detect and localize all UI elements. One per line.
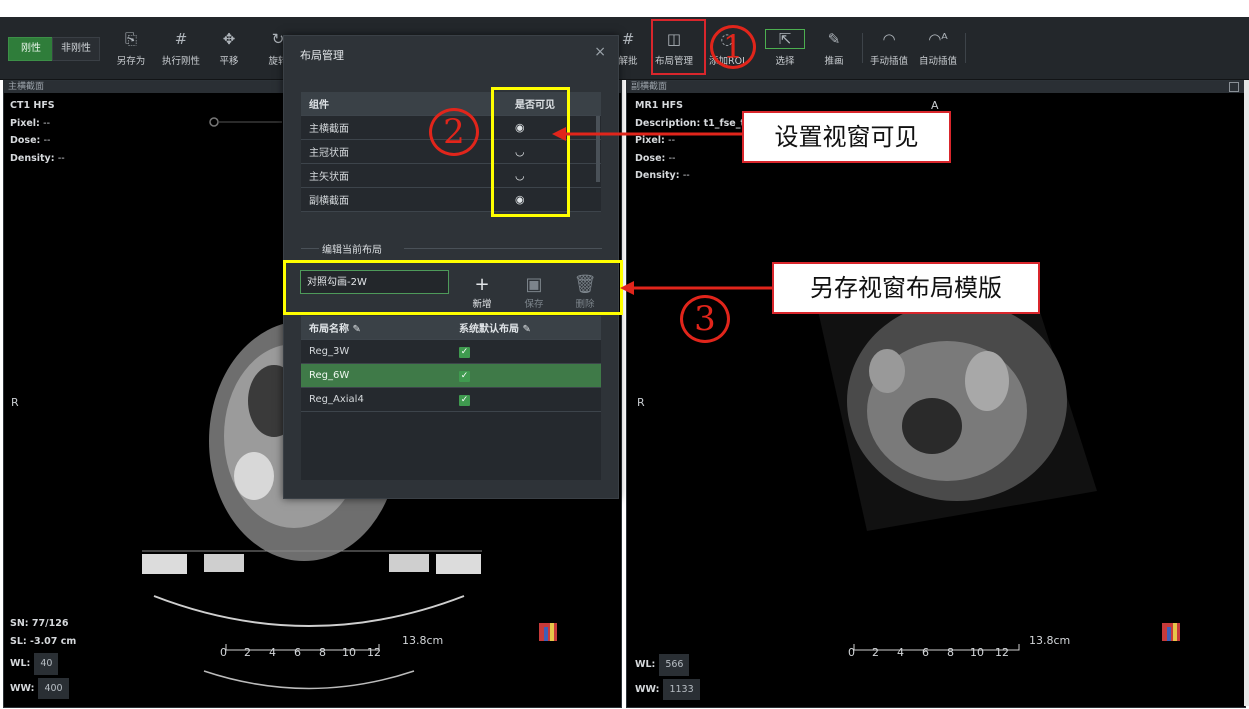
right-window-info: WL: 566 WW: 1133 — [635, 654, 700, 700]
window-level-row: WL: 40 — [10, 653, 76, 675]
edit-icon[interactable]: ✎ — [352, 324, 360, 335]
orientation-left-marker: R — [637, 396, 645, 409]
series-label: MR1 HFS — [635, 100, 683, 111]
series-label: CT1 HFS — [10, 100, 55, 111]
default-layout-header: 系统默认布局 ✎ — [451, 316, 601, 340]
table-row[interactable]: Reg_Axial4 ✓ — [301, 387, 601, 412]
mode-rigid-button[interactable]: 刚性 — [8, 37, 54, 61]
left-info-block: CT1 HFS Pixel: -- Dose: -- Density: -- — [10, 97, 65, 167]
close-icon[interactable]: × — [594, 44, 606, 60]
step-marker-3: 3 — [680, 295, 730, 343]
window-level-row: WL: 566 — [635, 654, 700, 676]
arrow-to-edit-layout — [620, 281, 772, 295]
save-as-icon: ⎘ — [124, 30, 137, 48]
left-slice-info: SN: 77/126 SL: -3.07 cm WL: 40 WW: 400 — [10, 615, 76, 699]
scale-length-label: 13.8cm — [1029, 634, 1071, 647]
checkbox-checked-icon[interactable]: ✓ — [459, 346, 470, 358]
layout-name: Reg_6W — [301, 363, 451, 388]
layouts-table-empty-area — [301, 412, 601, 480]
layout-name: Reg_3W — [301, 339, 451, 364]
main-toolbar: 刚性 非刚性 ⎘ 另存为 # 执行刚性 ✥ 平移 ↻ 旋转 # 解批 ◫ 布局管… — [0, 17, 1249, 80]
dose-row: Dose: -- — [10, 135, 51, 146]
component-name: 主矢状面 — [301, 163, 507, 188]
density-row: Density: -- — [10, 152, 65, 164]
window-width-row: WW: 400 — [10, 677, 76, 699]
highlight-edit-layout — [283, 260, 623, 315]
window-level-input[interactable]: 40 — [34, 653, 59, 675]
push-draw-button[interactable]: ✎ 推画 — [806, 29, 862, 67]
checkbox-checked-icon[interactable]: ✓ — [459, 370, 470, 382]
section-divider — [404, 248, 602, 249]
manual-interp-button[interactable]: ◠ 手动插值 — [861, 29, 917, 67]
push-draw-icon: ✎ — [827, 30, 841, 48]
select-cursor-icon: ⇱ — [765, 29, 805, 49]
slice-location-row: SL: -3.07 cm — [10, 635, 77, 647]
select-button[interactable]: ⇱ 选择 — [757, 29, 813, 67]
window-width-input[interactable]: 400 — [38, 677, 69, 699]
scale-ruler: 0 2 4 6 8 10 12 — [848, 646, 1009, 659]
layout-name-header: 布局名称 ✎ — [301, 316, 451, 340]
components-header: 组件 — [301, 92, 507, 116]
step-marker-2: 2 — [429, 108, 479, 156]
layouts-table: 布局名称 ✎ 系统默认布局 ✎ Reg_3W ✓ Reg_6W ✓ Reg_Ax… — [301, 316, 601, 412]
arrow-to-visibility — [552, 127, 742, 141]
window-width-row: WW: 1133 — [635, 678, 700, 700]
slice-number-row: SN: 77/126 — [10, 618, 69, 629]
highlight-layout-button — [651, 19, 706, 75]
manual-interp-icon: ◠ — [882, 30, 896, 48]
scale-length-label: 13.8cm — [402, 634, 444, 647]
dose-row: Dose: -- — [635, 152, 676, 164]
section-title: 编辑当前布局 — [322, 245, 382, 256]
pixel-row: Pixel: -- — [10, 117, 51, 129]
window-width-input[interactable]: 1133 — [663, 678, 700, 700]
callout-save-template: 另存视窗布局模版 — [772, 262, 1040, 314]
table-row[interactable]: Reg_6W ✓ — [301, 363, 601, 388]
checkbox-checked-icon[interactable]: ✓ — [459, 394, 470, 406]
step-marker-1: 1 — [710, 25, 756, 69]
dialog-title: 布局管理 — [300, 49, 344, 62]
auto-interp-button[interactable]: ◠ᴬ 自动插值 — [910, 29, 966, 67]
scale-ruler: 0 2 4 6 8 10 12 — [220, 646, 381, 659]
window-scrollbar[interactable] — [1244, 80, 1249, 706]
window-level-input[interactable]: 566 — [659, 654, 690, 676]
table-row[interactable]: Reg_3W ✓ — [301, 339, 601, 364]
move-icon: ✥ — [222, 30, 236, 48]
layout-name: Reg_Axial4 — [301, 387, 451, 412]
pan-button[interactable]: ✥ 平移 — [201, 29, 257, 67]
secondary-axial-viewport[interactable]: 副横截面 A MR1 HFS Description: t1_fse_tra P… — [626, 80, 1246, 708]
save-as-button[interactable]: ⎘ 另存为 — [103, 29, 159, 67]
auto-interp-icon: ◠ᴬ — [928, 30, 948, 48]
callout-set-visible: 设置视窗可见 — [742, 111, 951, 163]
component-name: 副横截面 — [301, 187, 507, 212]
section-divider — [301, 248, 319, 249]
mode-nonrigid-button[interactable]: 非刚性 — [52, 37, 100, 61]
density-row: Density: -- — [635, 170, 690, 181]
toolbar-divider — [965, 33, 966, 63]
edit-icon[interactable]: ✎ — [522, 324, 530, 335]
highlight-visibility-column — [491, 87, 570, 217]
orientation-left-marker: R — [11, 396, 19, 409]
